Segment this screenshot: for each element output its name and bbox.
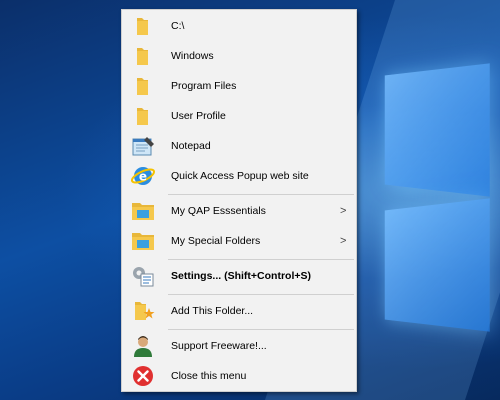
wallpaper-window-pane-bottom [385,198,490,331]
menu-item-my-special-folders[interactable]: My Special Folders > [122,227,356,255]
close-icon [130,364,156,388]
menu-item-program-files[interactable]: Program Files [122,72,356,100]
folder-icon [130,104,156,128]
menu-item-notepad[interactable]: Notepad [122,132,356,160]
menu-separator [168,294,354,295]
internet-explorer-icon: e [130,164,156,188]
folder-blue-icon [130,199,156,223]
menu-item-label: Quick Access Popup web site [171,170,309,182]
menu-item-label: User Profile [171,110,226,122]
menu-item-support-freeware[interactable]: Support Freeware!... [122,332,356,360]
menu-item-label: Close this menu [171,370,246,382]
svg-text:e: e [139,170,147,184]
submenu-arrow-icon: > [340,235,346,247]
notepad-icon [130,134,156,158]
support-user-icon [130,334,156,358]
submenu-arrow-icon: > [340,205,346,217]
menu-item-label: Program Files [171,80,236,92]
menu-item-label: C:\ [171,20,184,32]
menu-item-windows[interactable]: Windows [122,42,356,70]
menu-item-label: Notepad [171,140,211,152]
menu-item-user-profile[interactable]: User Profile [122,102,356,130]
settings-icon [130,264,156,288]
folder-icon [130,14,156,38]
folder-icon [130,44,156,68]
add-folder-icon [130,299,156,323]
menu-item-settings[interactable]: Settings... (Shift+Control+S) [122,262,356,290]
menu-item-label: Add This Folder... [171,305,253,317]
menu-separator [168,329,354,330]
menu-separator [168,259,354,260]
menu-item-close-menu[interactable]: Close this menu [122,362,356,390]
menu-item-label: Settings... (Shift+Control+S) [171,270,311,282]
menu-item-add-this-folder[interactable]: Add This Folder... [122,297,356,325]
menu-item-label: My Special Folders [171,235,260,247]
menu-item-label: Support Freeware!... [171,340,267,352]
menu-item-c-drive[interactable]: C:\ [122,12,356,40]
wallpaper-window-pane-top [385,63,490,196]
folder-blue-icon [130,229,156,253]
menu-item-label: My QAP Esssentials [171,205,266,217]
folder-icon [130,74,156,98]
menu-item-qap-website[interactable]: e Quick Access Popup web site [122,162,356,190]
menu-separator [168,194,354,195]
popup-menu: C:\ Windows Program Files User Profile N… [121,9,357,392]
menu-item-label: Windows [171,50,214,62]
menu-item-my-qap-essentials[interactable]: My QAP Esssentials > [122,197,356,225]
